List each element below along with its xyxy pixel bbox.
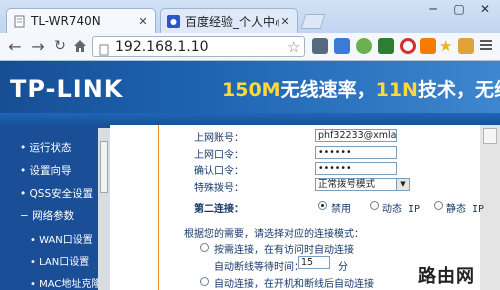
url-text: 192.168.1.10 [115,39,209,55]
auto-connect-label: 自动连接，在开机和断线后自动连接 [214,279,374,290]
idle-time-input[interactable]: 15 [298,256,330,269]
sidebar-item-network[interactable]: − 网络参数 [20,208,74,223]
close-icon[interactable]: ✕ [137,15,149,28]
idle-time-unit: 分 [338,262,348,273]
clock-extension-icon[interactable] [378,38,394,54]
banner-strip [0,113,500,125]
radio-on-demand[interactable] [200,243,209,252]
radio-dynamic-ip[interactable] [370,201,379,210]
smiley-extension-icon[interactable] [356,38,372,54]
banner-slogan: 150M无线速率，11N技术，无线 [222,79,500,101]
baidu-icon [167,14,180,28]
opera-extension-icon[interactable] [400,38,416,54]
connection-mode-note: 根据您的需要，请选择对应的连接模式： [184,229,364,240]
maximize-icon[interactable]: ▢ [446,0,472,18]
idle-time-label: 自动断线等待时间： [214,262,304,273]
sidebar-item-mac-clone[interactable]: • MAC地址克隆 [30,275,101,290]
tab-title: 百度经验_个人中心_ [185,14,279,29]
radio-auto-connect[interactable] [200,277,209,286]
rss-extension-icon[interactable] [420,38,436,54]
sidebar-item-lan[interactable]: • LAN口设置 [30,253,89,268]
page-icon [13,15,26,28]
forward-icon[interactable]: → [28,36,48,56]
shield-extension-icon[interactable] [334,38,350,54]
radio-disable[interactable] [318,201,327,210]
second-connection-label: 第二连接： [194,204,244,215]
content-divider [158,125,159,290]
star-extension-icon[interactable]: ★ [439,37,452,55]
radio-static-ip-label: 静态 IP [446,204,485,215]
address-bar[interactable]: 192.168.1.10 [92,36,305,57]
sidebar-item-wan[interactable]: • WAN口设置 [30,231,93,246]
wrench-menu-icon[interactable] [478,37,494,55]
browser-toolbar: ← → ↻ 192.168.1.10 ☆ ★ [0,33,500,61]
confirm-password-input[interactable]: •••••• [315,162,397,175]
radio-dynamic-ip-label: 动态 IP [382,204,421,215]
account-input[interactable]: phf32233@xmlan [315,129,397,142]
dial-mode-value: 正常拨号模式 [318,179,376,190]
window-controls: ─ ▢ ✕ [420,0,498,18]
radio-static-ip[interactable] [434,201,443,210]
close-window-icon[interactable]: ✕ [472,0,498,18]
tab-router[interactable]: TL-WR740N ✕ [6,8,156,33]
chevron-down-icon: ▼ [396,179,409,190]
sidebar-item-status[interactable]: • 运行状态 [20,140,72,155]
dial-mode-label: 特殊拨号： [194,183,244,194]
password-label: 上网口令： [194,150,244,161]
tab-baidu[interactable]: 百度经验_个人中心_ ✕ [160,8,298,33]
account-label: 上网账号： [194,133,244,144]
tab-title: TL-WR740N [31,14,101,28]
camera-extension-icon[interactable] [312,38,328,54]
sidebar-item-wizard[interactable]: • 设置向导 [20,163,72,178]
bookmark-star-icon[interactable]: ☆ [287,38,300,56]
router-banner: TP-LINK 150M无线速率，11N技术，无线 [0,61,500,113]
sidebar-scroll-thumb[interactable] [100,141,108,193]
close-icon[interactable]: ✕ [279,15,291,28]
radio-disable-label: 禁用 [331,204,351,215]
minimize-icon[interactable]: ─ [420,0,446,18]
on-demand-label: 按需连接，在有访问时自动连接 [214,245,354,256]
confirm-password-label: 确认口令： [194,166,244,177]
page-icon [98,41,110,60]
home-icon[interactable] [70,36,90,56]
dial-mode-select[interactable]: 正常拨号模式 ▼ [315,178,410,191]
content-scroll-thumb[interactable] [483,128,497,144]
password-input[interactable]: •••••• [315,146,397,159]
reload-icon[interactable]: ↻ [50,36,70,56]
lock-extension-icon[interactable] [458,38,474,54]
watermark: 路由网 [416,262,477,288]
tp-link-logo: TP-LINK [10,75,124,103]
sidebar-item-qss[interactable]: • QSS安全设置 [20,186,93,201]
back-icon[interactable]: ← [5,36,25,56]
